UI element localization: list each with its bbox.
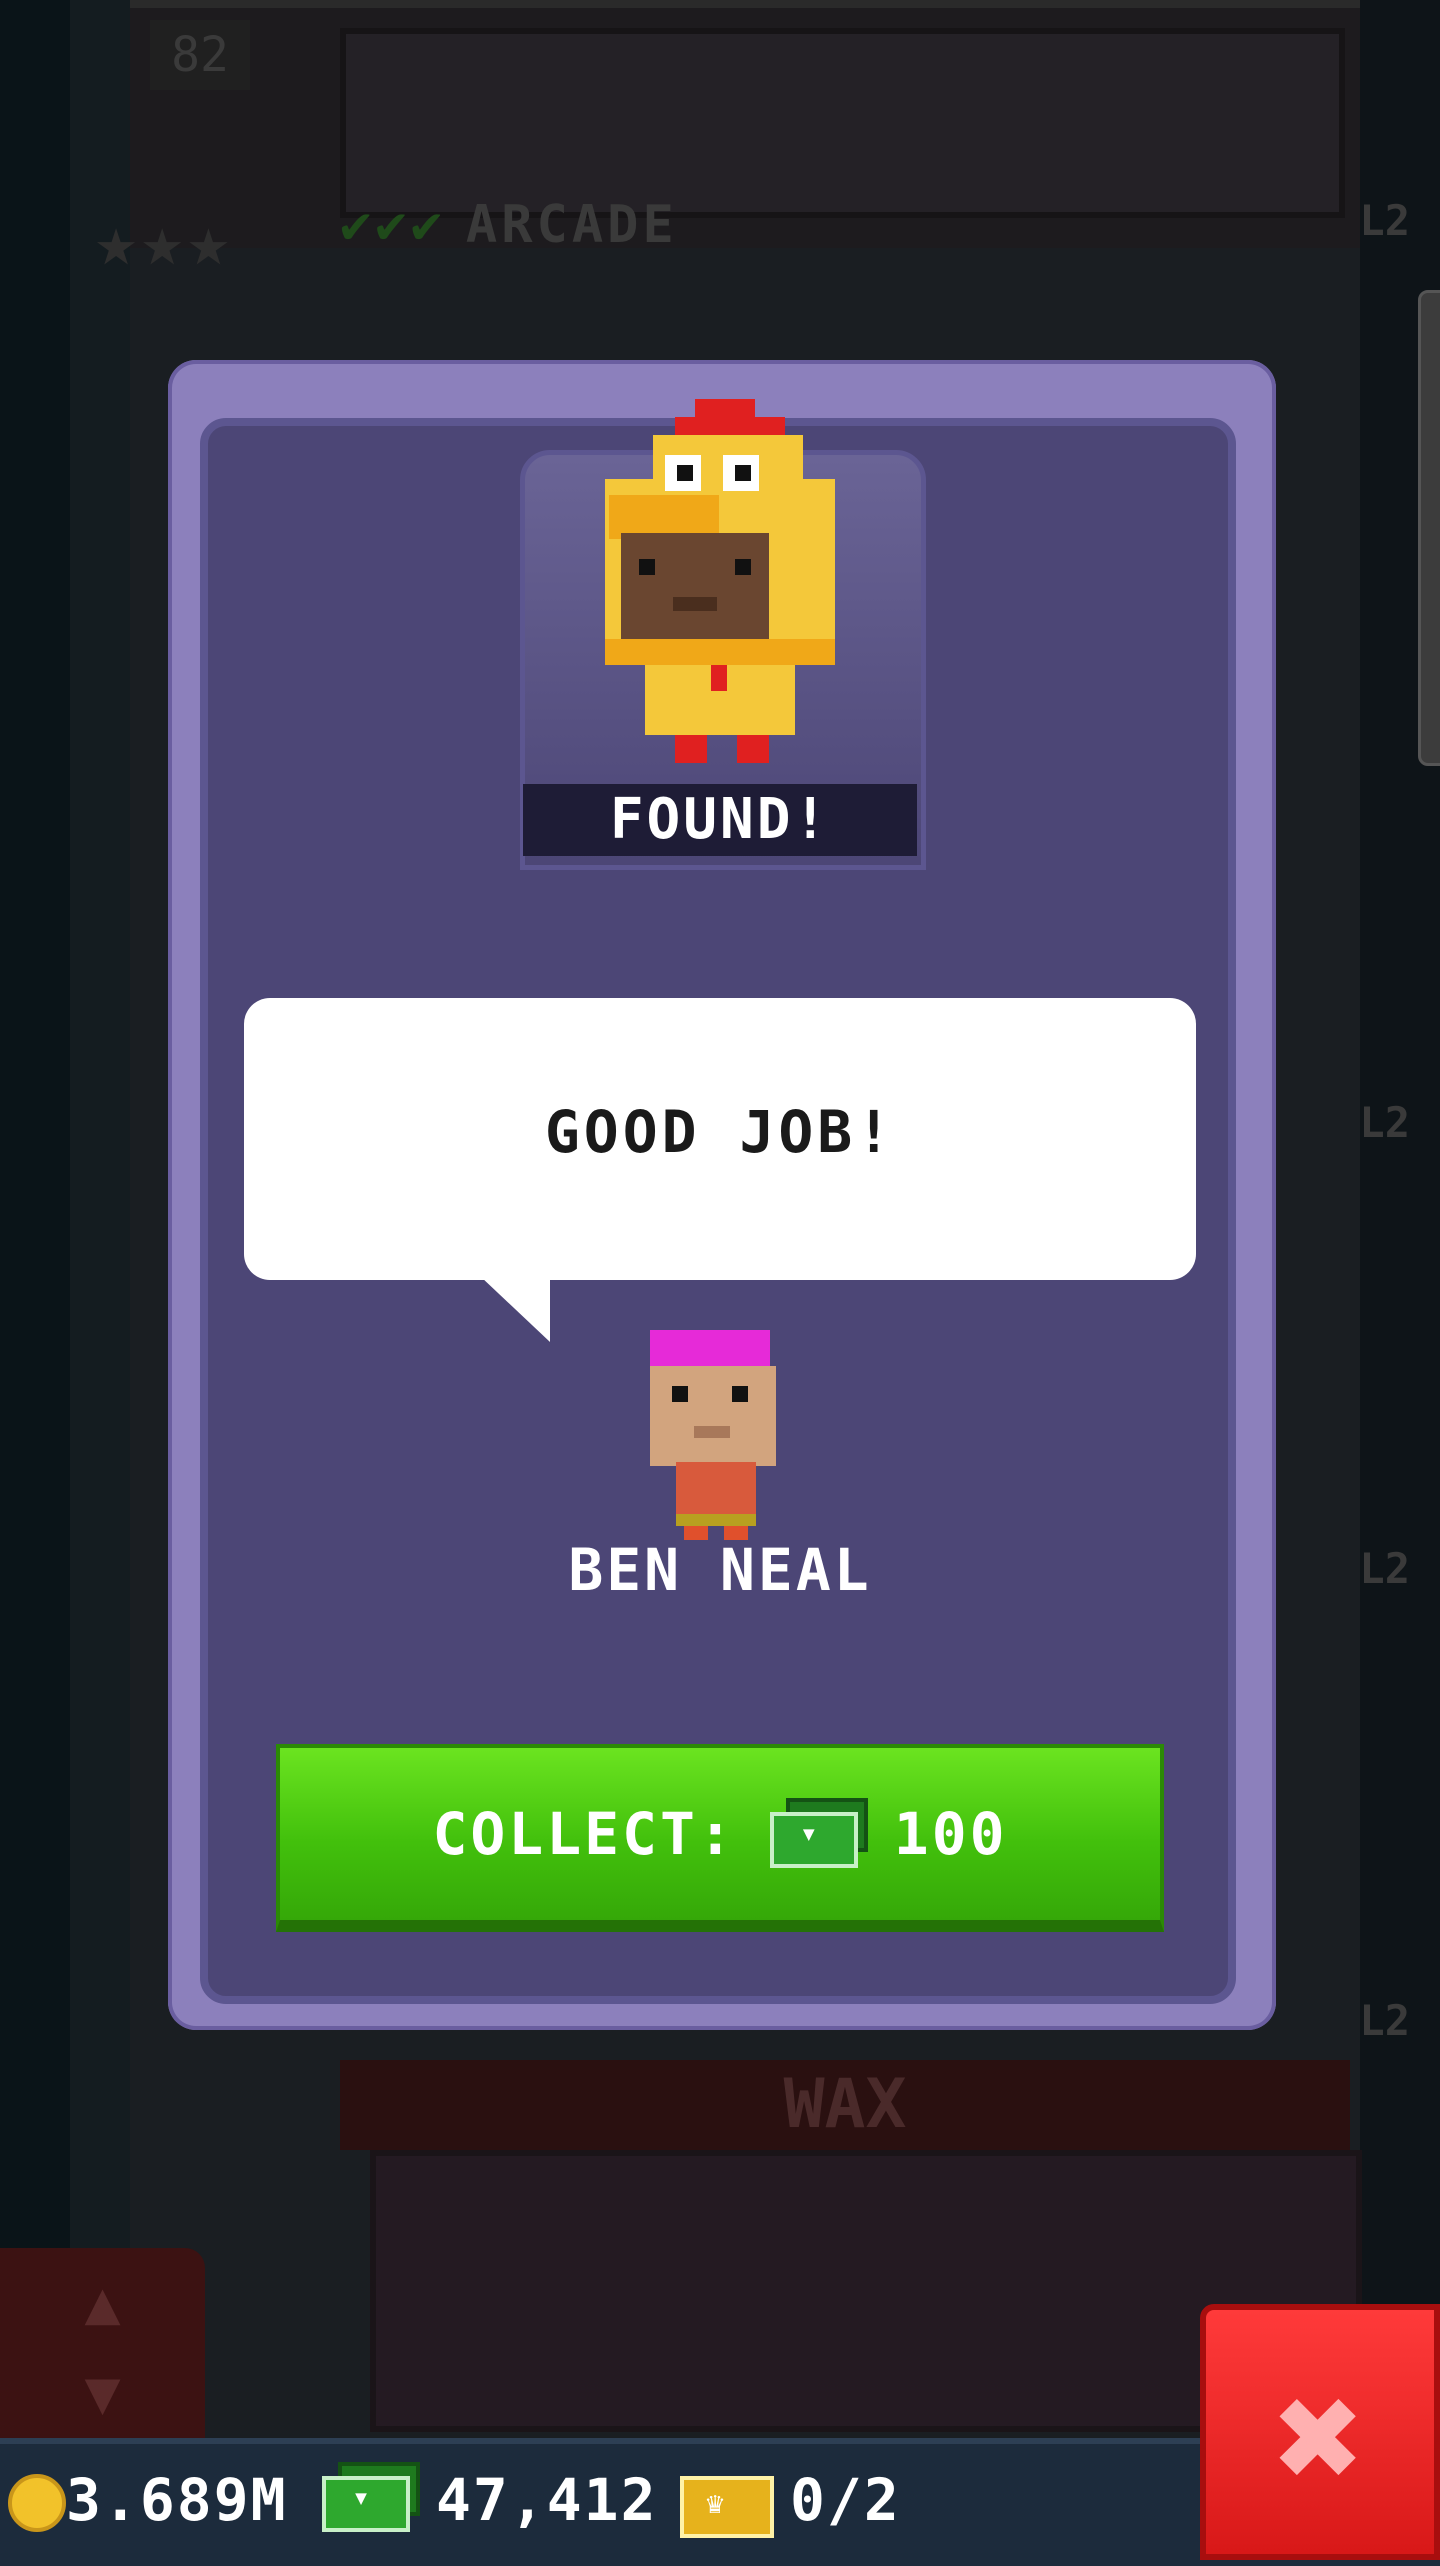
chicken-costume-character-icon (605, 399, 835, 735)
npc-name: BEN NEAL (568, 1536, 872, 1604)
floor-checks: ✔✔✔ ARCADE (340, 195, 678, 255)
collect-amount: 100 (893, 1800, 1008, 1868)
tower-bux-icon (769, 1798, 868, 1868)
wax-sign-text: WAX (783, 2065, 907, 2144)
elevator-floor-number: 82 (150, 20, 250, 90)
bux-count: 47,412 (436, 2466, 658, 2534)
coin-icon (8, 2474, 66, 2532)
tower-bux-icon (322, 2462, 420, 2532)
wax-floor-sign: WAX (340, 2060, 1350, 2150)
floor-level: L2 (1359, 196, 1410, 245)
speech-bubble-tail (480, 1276, 550, 1342)
found-label: FOUND! (523, 784, 917, 856)
vip-ticket-icon: ♛ (680, 2476, 774, 2538)
ben-neal-avatar (650, 1330, 776, 1540)
star-icon: ★ (141, 200, 184, 282)
elevator-arrows-icon: ▲ ▼ (84, 2268, 121, 2428)
floor-stars: ★★★ (95, 200, 233, 282)
speech-text: GOOD JOB! (544, 1098, 896, 1166)
elevator-button[interactable]: ▲ ▼ (0, 2248, 205, 2438)
star-icon: ★ (95, 200, 138, 282)
vip-count: 0/2 (790, 2466, 901, 2534)
floor-name: ARCADE (465, 195, 678, 255)
close-button[interactable]: ✖ (1200, 2304, 1440, 2560)
scrollbar[interactable] (1418, 290, 1440, 766)
floor-level: L2 (1359, 1544, 1410, 1593)
floor-level: L2 (1359, 1098, 1410, 1147)
floor-arcade (130, 0, 1360, 248)
chicken-feet-icon (675, 735, 769, 763)
collect-label: COLLECT: (432, 1800, 736, 1868)
floor-level: L2 (1359, 1996, 1410, 2045)
close-x-icon: ✖ (1274, 2351, 1366, 2525)
star-icon: ★ (187, 200, 230, 282)
coin-count: 3.689M (66, 2466, 288, 2534)
collect-button[interactable]: COLLECT: 100 (276, 1744, 1164, 1932)
